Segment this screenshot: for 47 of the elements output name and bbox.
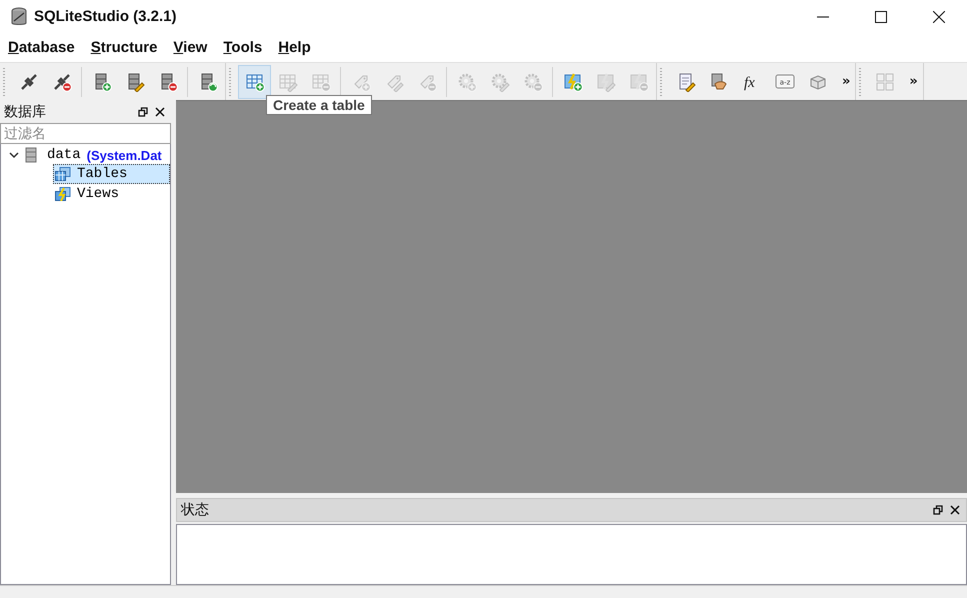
overflow-button[interactable]: » <box>834 74 854 89</box>
view-icon <box>596 72 616 92</box>
panel-title: 数据库 <box>4 103 47 121</box>
database-path: (System.Dat <box>86 148 162 162</box>
table-icon <box>278 72 298 92</box>
grid-icon <box>874 72 895 92</box>
tooltip: Create a table <box>266 95 372 115</box>
plug-icon <box>52 72 72 92</box>
tables-icon <box>55 167 71 181</box>
plug-icon <box>18 72 38 92</box>
database-icon <box>25 147 37 163</box>
panel-title: 状态 <box>181 501 210 519</box>
window-title: SQLiteStudio (3.2.1) <box>34 8 178 25</box>
tree-item[interactable]: data <box>47 147 81 163</box>
grip-handle[interactable] <box>660 66 663 96</box>
hand-icon <box>708 72 728 92</box>
close-icon[interactable] <box>950 505 960 515</box>
filter-field[interactable]: 过滤名 <box>0 123 171 144</box>
table-add-button[interactable] <box>238 64 271 98</box>
database-icon <box>10 6 28 26</box>
fx-none-button[interactable]: fx <box>735 64 768 98</box>
grip-handle[interactable] <box>229 66 232 96</box>
fx-icon: fx <box>742 72 762 92</box>
maximize-icon[interactable] <box>875 10 887 22</box>
gear-icon <box>456 72 476 92</box>
menu-item[interactable]: Tools <box>223 39 262 56</box>
chevron-down-icon[interactable] <box>9 151 19 159</box>
menu-item[interactable]: Structure <box>90 39 158 56</box>
view-icon <box>628 72 648 92</box>
menu-item[interactable]: Help <box>278 39 311 56</box>
close-icon[interactable] <box>933 10 945 22</box>
tree-item[interactable]: Tables <box>53 164 170 184</box>
view-icon <box>562 72 582 92</box>
menu-item[interactable]: View <box>173 39 208 56</box>
close-icon[interactable] <box>155 107 165 117</box>
overflow-button[interactable]: » <box>901 74 922 89</box>
grip-handle[interactable] <box>3 66 6 96</box>
grip-handle[interactable] <box>859 66 862 96</box>
float-icon[interactable] <box>138 107 148 117</box>
table-icon <box>244 72 264 92</box>
gear-icon <box>490 72 510 92</box>
gear-icon <box>522 72 542 92</box>
tree-item[interactable]: Views <box>53 184 170 204</box>
float-icon[interactable] <box>933 505 943 515</box>
table-icon <box>310 72 330 92</box>
views-icon <box>55 187 71 201</box>
menu-item[interactable]: Database <box>8 39 75 56</box>
